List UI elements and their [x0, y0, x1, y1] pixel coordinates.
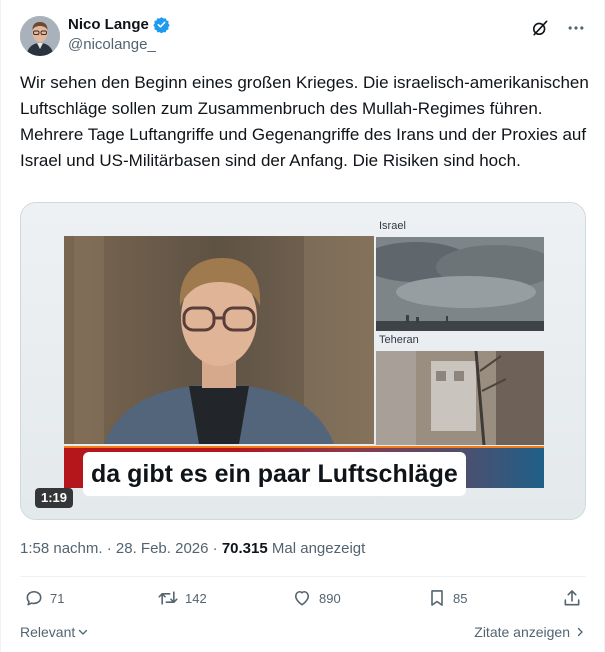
chevron-right-icon [577, 627, 583, 637]
meta-separator: · [208, 540, 222, 557]
header-actions [530, 18, 586, 38]
quotes-label: Zitate anzeigen [474, 624, 570, 640]
avatar[interactable] [20, 16, 60, 56]
chevron-down-icon [79, 629, 88, 635]
divider [20, 576, 586, 577]
israel-video-feed [376, 237, 544, 331]
view-quotes-link[interactable]: Zitate anzeigen [474, 624, 586, 640]
tweet-text: Wir sehen den Beginn eines großen Kriege… [20, 73, 589, 170]
reply-button[interactable]: 71 [24, 588, 64, 608]
teheran-video-feed [376, 351, 544, 445]
bookmark-count: 85 [453, 590, 468, 606]
video-player[interactable]: Israel Teheran da gibt es ein paar Lufts… [20, 202, 586, 520]
feed-label-israel: Israel [379, 220, 406, 232]
like-button[interactable]: 890 [291, 588, 341, 608]
views-label: Mal angezeigt [271, 540, 366, 557]
heart-icon [294, 590, 310, 606]
action-bar: 71 142 890 85 [20, 588, 586, 612]
reply-icon [26, 590, 42, 606]
share-icon [564, 590, 580, 606]
views-count: 70.315 [221, 540, 268, 557]
meta-separator: · [102, 540, 116, 557]
tweet-date[interactable]: 28. Feb. 2026 [116, 540, 209, 557]
tweet-header: Nico Lange @nicolange_ [20, 14, 586, 58]
sort-label: Relevant [20, 624, 76, 640]
speaker-video-feed [64, 236, 374, 444]
tweet-time[interactable]: 1:58 nachm. [20, 540, 103, 557]
video-duration-badge: 1:19 [35, 488, 74, 508]
grok-icon[interactable] [530, 18, 550, 38]
sort-replies-dropdown[interactable]: Relevant [20, 624, 89, 640]
author-display-name[interactable]: Nico Lange [68, 16, 149, 33]
verified-badge-icon[interactable] [153, 16, 170, 34]
repost-button[interactable]: 142 [157, 588, 207, 608]
tweet-detail: Nico Lange @nicolange_ Wir sehen den Beg… [0, 0, 605, 652]
repost-icon [158, 591, 178, 605]
repost-count: 142 [185, 590, 207, 606]
tweet-meta: 1:58 nachm. · 28. Feb. 2026 · 70.315 Mal… [20, 540, 365, 557]
like-count: 890 [319, 590, 341, 606]
bookmark-button[interactable]: 85 [427, 588, 467, 608]
reply-count: 71 [50, 590, 65, 606]
video-subtitle: da gibt es ein paar Luftschläge [83, 452, 466, 496]
feed-label-teheran: Teheran [379, 334, 419, 346]
author-names: Nico Lange @nicolange_ [68, 16, 170, 53]
share-button[interactable] [562, 588, 582, 608]
bookmark-icon [431, 590, 443, 606]
author-handle[interactable]: @nicolange_ [68, 36, 170, 53]
more-icon[interactable] [566, 18, 586, 38]
replies-footer: Relevant Zitate anzeigen [20, 624, 586, 642]
